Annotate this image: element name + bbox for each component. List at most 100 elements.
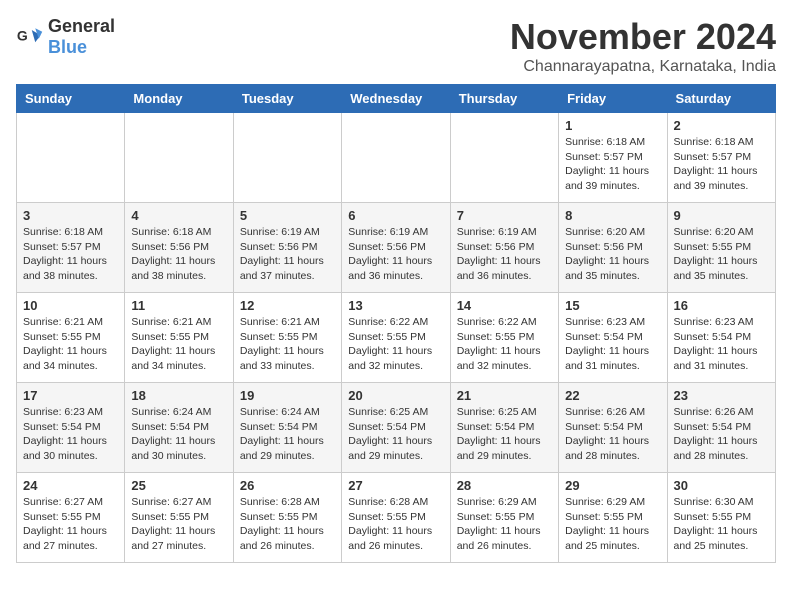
calendar-week-row: 24 Sunrise: 6:27 AM Sunset: 5:55 PM Dayli…: [17, 473, 776, 563]
calendar-cell: 14 Sunrise: 6:22 AM Sunset: 5:55 PM Dayli…: [450, 293, 558, 383]
calendar-cell: 30 Sunrise: 6:30 AM Sunset: 5:55 PM Dayli…: [667, 473, 775, 563]
calendar-cell: 4Sunrise: 6:18 AM Sunset: 5:56 PM Daylig…: [125, 203, 233, 293]
day-info: Sunrise: 6:19 AM Sunset: 5:56 PM Dayligh…: [240, 225, 335, 284]
day-info: Sunrise: 6:19 AM Sunset: 5:56 PM Dayligh…: [457, 225, 552, 284]
logo: G General Blue: [16, 16, 115, 58]
calendar-cell: 19 Sunrise: 6:24 AM Sunset: 5:54 PM Dayli…: [233, 383, 341, 473]
day-info: Sunrise: 6:27 AM Sunset: 5:55 PM Dayligh…: [131, 495, 226, 554]
calendar-cell: [450, 113, 558, 203]
calendar-cell: 7 Sunrise: 6:19 AM Sunset: 5:56 PM Daylig…: [450, 203, 558, 293]
weekday-header-sunday: Sunday: [17, 85, 125, 113]
day-info: Sunrise: 6:25 AM Sunset: 5:54 PM Dayligh…: [348, 405, 443, 464]
day-number: 4: [131, 208, 226, 223]
day-number: 10: [23, 298, 118, 313]
calendar-cell: 11 Sunrise: 6:21 AM Sunset: 5:55 PM Dayli…: [125, 293, 233, 383]
day-info: Sunrise: 6:18 AM Sunset: 5:57 PM Dayligh…: [674, 135, 769, 194]
title-area: November 2024 Channarayapatna, Karnataka…: [510, 16, 776, 76]
calendar-cell: 18 Sunrise: 6:24 AM Sunset: 5:54 PM Dayli…: [125, 383, 233, 473]
day-info: Sunrise: 6:27 AM Sunset: 5:55 PM Dayligh…: [23, 495, 118, 554]
day-info: Sunrise: 6:29 AM Sunset: 5:55 PM Dayligh…: [565, 495, 660, 554]
day-number: 19: [240, 388, 335, 403]
calendar-cell: 8 Sunrise: 6:20 AM Sunset: 5:56 PM Daylig…: [559, 203, 667, 293]
logo-general: General: [48, 16, 115, 36]
calendar-cell: [17, 113, 125, 203]
calendar-header: SundayMondayTuesdayWednesdayThursdayFrid…: [17, 85, 776, 113]
day-number: 9: [674, 208, 769, 223]
day-number: 5: [240, 208, 335, 223]
day-info: Sunrise: 6:28 AM Sunset: 5:55 PM Dayligh…: [348, 495, 443, 554]
calendar-week-row: 10 Sunrise: 6:21 AM Sunset: 5:55 PM Dayli…: [17, 293, 776, 383]
calendar-cell: 17 Sunrise: 6:23 AM Sunset: 5:54 PM Dayli…: [17, 383, 125, 473]
month-title: November 2024: [510, 16, 776, 58]
day-number: 8: [565, 208, 660, 223]
calendar-cell: 29 Sunrise: 6:29 AM Sunset: 5:55 PM Dayli…: [559, 473, 667, 563]
calendar-cell: 13 Sunrise: 6:22 AM Sunset: 5:55 PM Dayli…: [342, 293, 450, 383]
weekday-header-friday: Friday: [559, 85, 667, 113]
day-number: 1: [565, 118, 660, 133]
calendar-week-row: 17 Sunrise: 6:23 AM Sunset: 5:54 PM Dayli…: [17, 383, 776, 473]
day-info: Sunrise: 6:18 AM Sunset: 5:57 PM Dayligh…: [23, 225, 118, 284]
weekday-header-row: SundayMondayTuesdayWednesdayThursdayFrid…: [17, 85, 776, 113]
day-info: Sunrise: 6:19 AM Sunset: 5:56 PM Dayligh…: [348, 225, 443, 284]
day-number: 14: [457, 298, 552, 313]
calendar-cell: 3 Sunrise: 6:18 AM Sunset: 5:57 PM Daylig…: [17, 203, 125, 293]
day-number: 7: [457, 208, 552, 223]
day-info: Sunrise: 6:24 AM Sunset: 5:54 PM Dayligh…: [240, 405, 335, 464]
calendar-cell: 28 Sunrise: 6:29 AM Sunset: 5:55 PM Dayli…: [450, 473, 558, 563]
day-info: Sunrise: 6:29 AM Sunset: 5:55 PM Dayligh…: [457, 495, 552, 554]
day-info: Sunrise: 6:26 AM Sunset: 5:54 PM Dayligh…: [565, 405, 660, 464]
calendar-body: 1 Sunrise: 6:18 AM Sunset: 5:57 PM Daylig…: [17, 113, 776, 563]
day-info: Sunrise: 6:23 AM Sunset: 5:54 PM Dayligh…: [23, 405, 118, 464]
day-info: Sunrise: 6:24 AM Sunset: 5:54 PM Dayligh…: [131, 405, 226, 464]
calendar-cell: 20 Sunrise: 6:25 AM Sunset: 5:54 PM Dayli…: [342, 383, 450, 473]
calendar-cell: 24 Sunrise: 6:27 AM Sunset: 5:55 PM Dayli…: [17, 473, 125, 563]
day-info: Sunrise: 6:23 AM Sunset: 5:54 PM Dayligh…: [674, 315, 769, 374]
calendar-cell: 10 Sunrise: 6:21 AM Sunset: 5:55 PM Dayli…: [17, 293, 125, 383]
day-number: 3: [23, 208, 118, 223]
day-number: 27: [348, 478, 443, 493]
calendar-cell: 6Sunrise: 6:19 AM Sunset: 5:56 PM Daylig…: [342, 203, 450, 293]
day-number: 20: [348, 388, 443, 403]
calendar-cell: 15Sunrise: 6:23 AM Sunset: 5:54 PM Dayli…: [559, 293, 667, 383]
day-number: 30: [674, 478, 769, 493]
day-info: Sunrise: 6:26 AM Sunset: 5:54 PM Dayligh…: [674, 405, 769, 464]
day-number: 17: [23, 388, 118, 403]
calendar-week-row: 3 Sunrise: 6:18 AM Sunset: 5:57 PM Daylig…: [17, 203, 776, 293]
calendar-cell: 9 Sunrise: 6:20 AM Sunset: 5:55 PM Daylig…: [667, 203, 775, 293]
weekday-header-saturday: Saturday: [667, 85, 775, 113]
calendar-cell: [342, 113, 450, 203]
day-number: 25: [131, 478, 226, 493]
logo-blue: Blue: [48, 37, 87, 57]
day-number: 12: [240, 298, 335, 313]
calendar-cell: [233, 113, 341, 203]
day-number: 13: [348, 298, 443, 313]
calendar-cell: 12Sunrise: 6:21 AM Sunset: 5:55 PM Dayli…: [233, 293, 341, 383]
day-number: 16: [674, 298, 769, 313]
day-info: Sunrise: 6:20 AM Sunset: 5:55 PM Dayligh…: [674, 225, 769, 284]
day-info: Sunrise: 6:22 AM Sunset: 5:55 PM Dayligh…: [457, 315, 552, 374]
location-title: Channarayapatna, Karnataka, India: [510, 58, 776, 76]
calendar-cell: 27 Sunrise: 6:28 AM Sunset: 5:55 PM Dayli…: [342, 473, 450, 563]
day-info: Sunrise: 6:23 AM Sunset: 5:54 PM Dayligh…: [565, 315, 660, 374]
calendar-cell: 25 Sunrise: 6:27 AM Sunset: 5:55 PM Dayli…: [125, 473, 233, 563]
day-info: Sunrise: 6:20 AM Sunset: 5:56 PM Dayligh…: [565, 225, 660, 284]
day-number: 11: [131, 298, 226, 313]
calendar-cell: [125, 113, 233, 203]
day-number: 2: [674, 118, 769, 133]
day-number: 28: [457, 478, 552, 493]
weekday-header-wednesday: Wednesday: [342, 85, 450, 113]
logo-text: General Blue: [48, 16, 115, 58]
day-number: 29: [565, 478, 660, 493]
calendar-cell: 26Sunrise: 6:28 AM Sunset: 5:55 PM Dayli…: [233, 473, 341, 563]
calendar-cell: 1 Sunrise: 6:18 AM Sunset: 5:57 PM Daylig…: [559, 113, 667, 203]
calendar-cell: 22Sunrise: 6:26 AM Sunset: 5:54 PM Dayli…: [559, 383, 667, 473]
day-number: 24: [23, 478, 118, 493]
day-info: Sunrise: 6:30 AM Sunset: 5:55 PM Dayligh…: [674, 495, 769, 554]
day-info: Sunrise: 6:22 AM Sunset: 5:55 PM Dayligh…: [348, 315, 443, 374]
calendar-cell: 2 Sunrise: 6:18 AM Sunset: 5:57 PM Daylig…: [667, 113, 775, 203]
day-info: Sunrise: 6:21 AM Sunset: 5:55 PM Dayligh…: [23, 315, 118, 374]
day-number: 23: [674, 388, 769, 403]
day-info: Sunrise: 6:21 AM Sunset: 5:55 PM Dayligh…: [131, 315, 226, 374]
day-number: 18: [131, 388, 226, 403]
day-info: Sunrise: 6:18 AM Sunset: 5:57 PM Dayligh…: [565, 135, 660, 194]
